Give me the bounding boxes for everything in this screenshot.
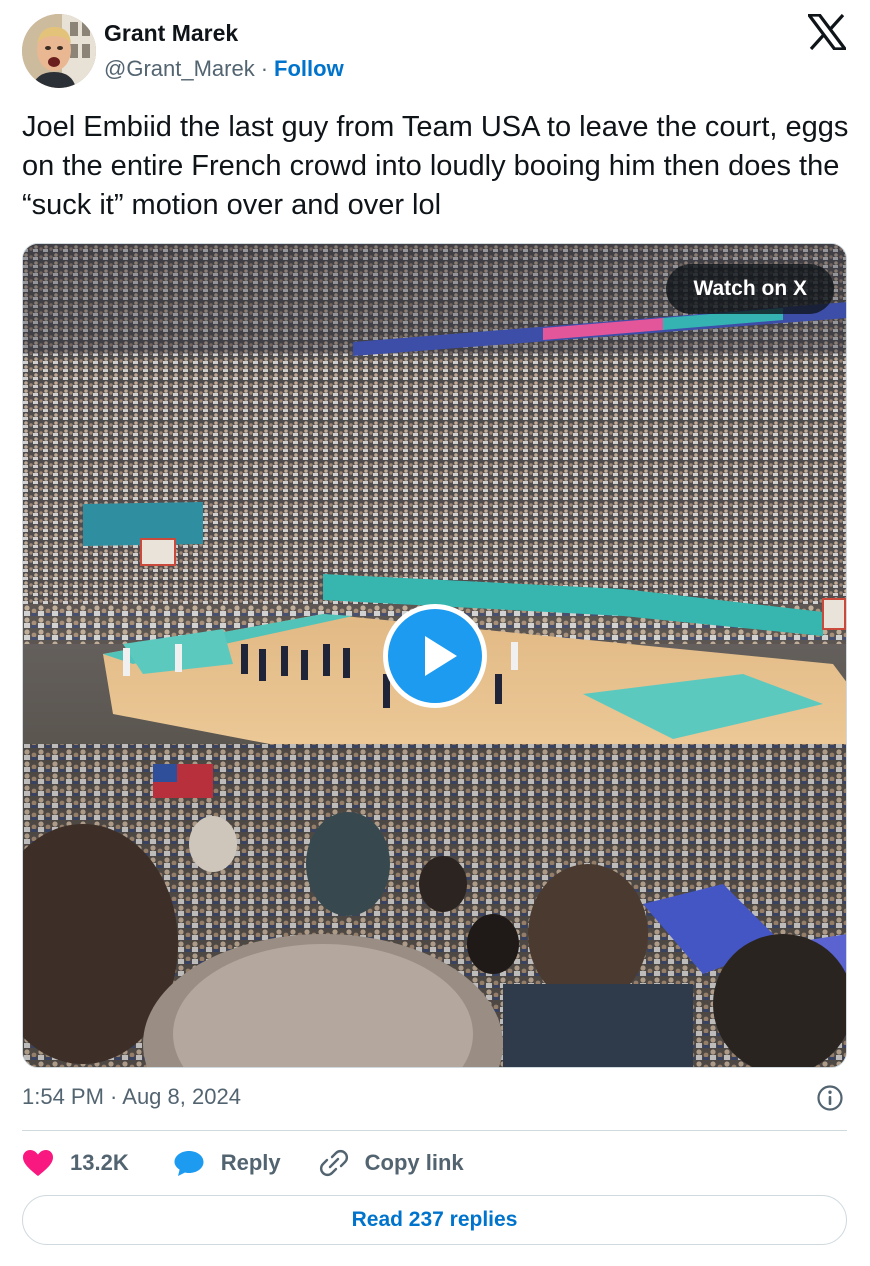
follow-button[interactable]: Follow	[274, 56, 344, 81]
video-player[interactable]: Watch on X	[22, 243, 847, 1068]
play-icon	[425, 636, 457, 676]
like-button[interactable]: 13.2K	[22, 1149, 173, 1177]
separator-dot: ·	[260, 56, 269, 81]
like-count: 13.2K	[70, 1150, 129, 1175]
avatar[interactable]	[22, 14, 96, 88]
action-bar: 13.2K Reply Copy link	[22, 1146, 464, 1180]
link-icon	[319, 1149, 348, 1177]
read-replies-button[interactable]: Read 237 replies	[22, 1195, 847, 1245]
reply-label: Reply	[220, 1150, 281, 1175]
copy-link-button[interactable]: Copy link	[319, 1148, 464, 1178]
author-name[interactable]: Grant Marek	[104, 20, 238, 47]
copy-link-label: Copy link	[364, 1150, 464, 1175]
user-avatar-photo	[22, 14, 96, 88]
watch-on-x-button[interactable]: Watch on X	[666, 264, 834, 314]
reply-button[interactable]: Reply	[173, 1149, 319, 1177]
author-handle-row: @Grant_Marek · Follow	[104, 56, 344, 82]
tweet-text: Joel Embiid the last guy from Team USA t…	[22, 111, 849, 221]
play-button[interactable]	[383, 604, 487, 708]
heart-icon	[23, 1150, 53, 1176]
info-icon[interactable]	[816, 1084, 844, 1112]
divider	[22, 1130, 847, 1131]
author-handle[interactable]: @Grant_Marek	[104, 56, 255, 81]
x-logo-icon[interactable]	[805, 13, 849, 51]
speech-bubble-icon	[174, 1151, 204, 1176]
tweet-timestamp[interactable]: 1:54 PM · Aug 8, 2024	[22, 1084, 241, 1110]
